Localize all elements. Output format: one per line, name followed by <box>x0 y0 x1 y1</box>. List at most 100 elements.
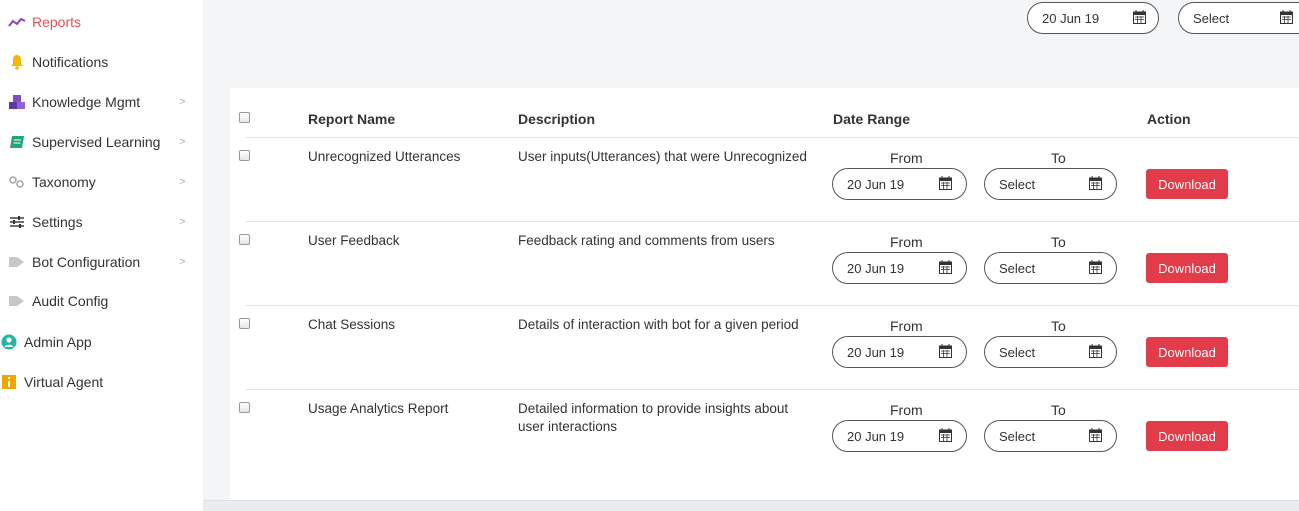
book-icon <box>8 133 26 151</box>
footer-bar <box>203 500 1299 511</box>
report-description: Feedback rating and comments from users <box>518 233 775 248</box>
sidebar-item-label: Notifications <box>32 54 109 70</box>
from-label: From <box>890 234 923 250</box>
row-checkbox[interactable] <box>239 318 250 329</box>
to-date-picker[interactable]: Select <box>984 168 1117 200</box>
from-label: From <box>890 150 923 166</box>
bell-icon <box>8 53 26 71</box>
to-label: To <box>1051 150 1066 166</box>
row-divider <box>246 305 1299 306</box>
sidebar-item-taxonomy[interactable]: Taxonomy > <box>8 162 211 202</box>
calendar-icon <box>939 344 952 358</box>
report-name: Usage Analytics Report <box>308 401 449 416</box>
download-button[interactable]: Download <box>1146 169 1228 199</box>
chevron-right-icon: > <box>179 176 186 188</box>
sidebar-item-virtual-agent[interactable]: Virtual Agent <box>0 362 203 402</box>
from-date-picker[interactable]: 20 Jun 19 <box>832 336 967 368</box>
info-square-icon <box>0 373 18 391</box>
to-label: To <box>1051 402 1066 418</box>
chevron-right-icon: > <box>179 256 186 268</box>
report-name: Unrecognized Utterances <box>308 149 461 164</box>
chevron-right-icon: > <box>179 136 186 148</box>
report-name: User Feedback <box>308 233 400 248</box>
calendar-icon <box>939 176 952 190</box>
report-description: User inputs(Utterances) that were Unreco… <box>518 149 807 164</box>
sidebar-item-label: Supervised Learning <box>32 134 161 150</box>
sliders-icon <box>8 213 26 231</box>
to-label: To <box>1051 318 1066 334</box>
calendar-icon <box>939 428 952 442</box>
from-date-value: 20 Jun 19 <box>847 344 905 360</box>
from-date-value: 20 Jun 19 <box>847 428 905 444</box>
calendar-icon <box>939 260 952 274</box>
top-to-date-picker[interactable]: Select <box>1178 2 1299 34</box>
calendar-icon <box>1089 344 1102 358</box>
reports-table: Report Name Description Date Range Actio… <box>230 88 1299 500</box>
header-date-range: Date Range <box>833 111 911 127</box>
sidebar-item-label: Admin App <box>24 334 92 350</box>
header-report-name: Report Name <box>308 111 396 127</box>
sidebar-item-bot-configuration[interactable]: Bot Configuration > <box>8 242 211 282</box>
from-label: From <box>890 402 923 418</box>
sidebar-item-label: Bot Configuration <box>32 254 141 270</box>
sidebar-item-label: Knowledge Mgmt <box>32 94 141 110</box>
user-circle-icon <box>0 333 18 351</box>
row-divider <box>246 221 1299 222</box>
sidebar-item-admin-app[interactable]: Admin App <box>0 322 203 362</box>
to-date-value: Select <box>999 260 1036 276</box>
sidebar-item-notifications[interactable]: Notifications <box>8 42 211 82</box>
to-date-value: Select <box>999 344 1036 360</box>
from-date-value: 20 Jun 19 <box>847 176 905 192</box>
row-checkbox[interactable] <box>239 402 250 413</box>
header-action: Action <box>1147 111 1191 127</box>
sidebar-item-settings[interactable]: Settings > <box>8 202 211 242</box>
from-date-picker[interactable]: 20 Jun 19 <box>832 168 967 200</box>
row-divider <box>246 389 1299 390</box>
calendar-icon <box>1089 428 1102 442</box>
header-description: Description <box>518 111 596 127</box>
download-button[interactable]: Download <box>1146 337 1228 367</box>
sidebar-item-label: Virtual Agent <box>24 374 104 390</box>
tag-icon <box>8 292 26 310</box>
sidebar-item-label: Audit Config <box>32 293 109 309</box>
sidebar-item-label: Taxonomy <box>32 174 96 190</box>
row-divider <box>246 137 1299 138</box>
row-checkbox[interactable] <box>239 234 250 245</box>
calendar-icon <box>1133 10 1146 24</box>
sidebar-item-knowledge-mgmt[interactable]: Knowledge Mgmt > <box>8 82 211 122</box>
tag-icon <box>8 253 26 271</box>
from-date-picker[interactable]: 20 Jun 19 <box>832 252 967 284</box>
calendar-icon <box>1089 176 1102 190</box>
to-date-picker[interactable]: Select <box>984 336 1117 368</box>
trend-chart-icon <box>8 13 26 31</box>
to-date-picker[interactable]: Select <box>984 420 1117 452</box>
sidebar-item-audit-config[interactable]: Audit Config <box>8 281 211 321</box>
to-date-value: Select <box>999 176 1036 192</box>
link-icon <box>8 173 26 191</box>
from-date-picker[interactable]: 20 Jun 19 <box>832 420 967 452</box>
report-name: Chat Sessions <box>308 317 396 332</box>
row-checkbox[interactable] <box>239 150 250 161</box>
chevron-right-icon: > <box>179 216 186 228</box>
sidebar-item-label: Settings <box>32 214 83 230</box>
cubes-icon <box>8 93 26 111</box>
report-description: Details of interaction with bot for a gi… <box>518 317 799 332</box>
download-button[interactable]: Download <box>1146 253 1228 283</box>
top-from-date-picker[interactable]: 20 Jun 19 <box>1027 2 1159 34</box>
from-date-value: 20 Jun 19 <box>847 260 905 276</box>
select-all-checkbox[interactable] <box>239 112 250 123</box>
sidebar-item-supervised-learning[interactable]: Supervised Learning > <box>8 122 211 162</box>
sidebar-item-reports[interactable]: Reports <box>8 2 211 42</box>
to-date-value: Select <box>999 428 1036 444</box>
sidebar-item-label: Reports <box>32 14 82 30</box>
top-from-date-value: 20 Jun 19 <box>1042 10 1100 26</box>
calendar-icon <box>1089 260 1102 274</box>
chevron-right-icon: > <box>179 96 186 108</box>
calendar-icon <box>1280 10 1293 24</box>
top-to-date-value: Select <box>1193 10 1230 26</box>
download-button[interactable]: Download <box>1146 421 1228 451</box>
report-description: Detailed information to provide insights… <box>518 401 789 434</box>
from-label: From <box>890 318 923 334</box>
sidebar: Reports Notifications Knowledge Mgmt > S… <box>0 0 203 511</box>
to-date-picker[interactable]: Select <box>984 252 1117 284</box>
